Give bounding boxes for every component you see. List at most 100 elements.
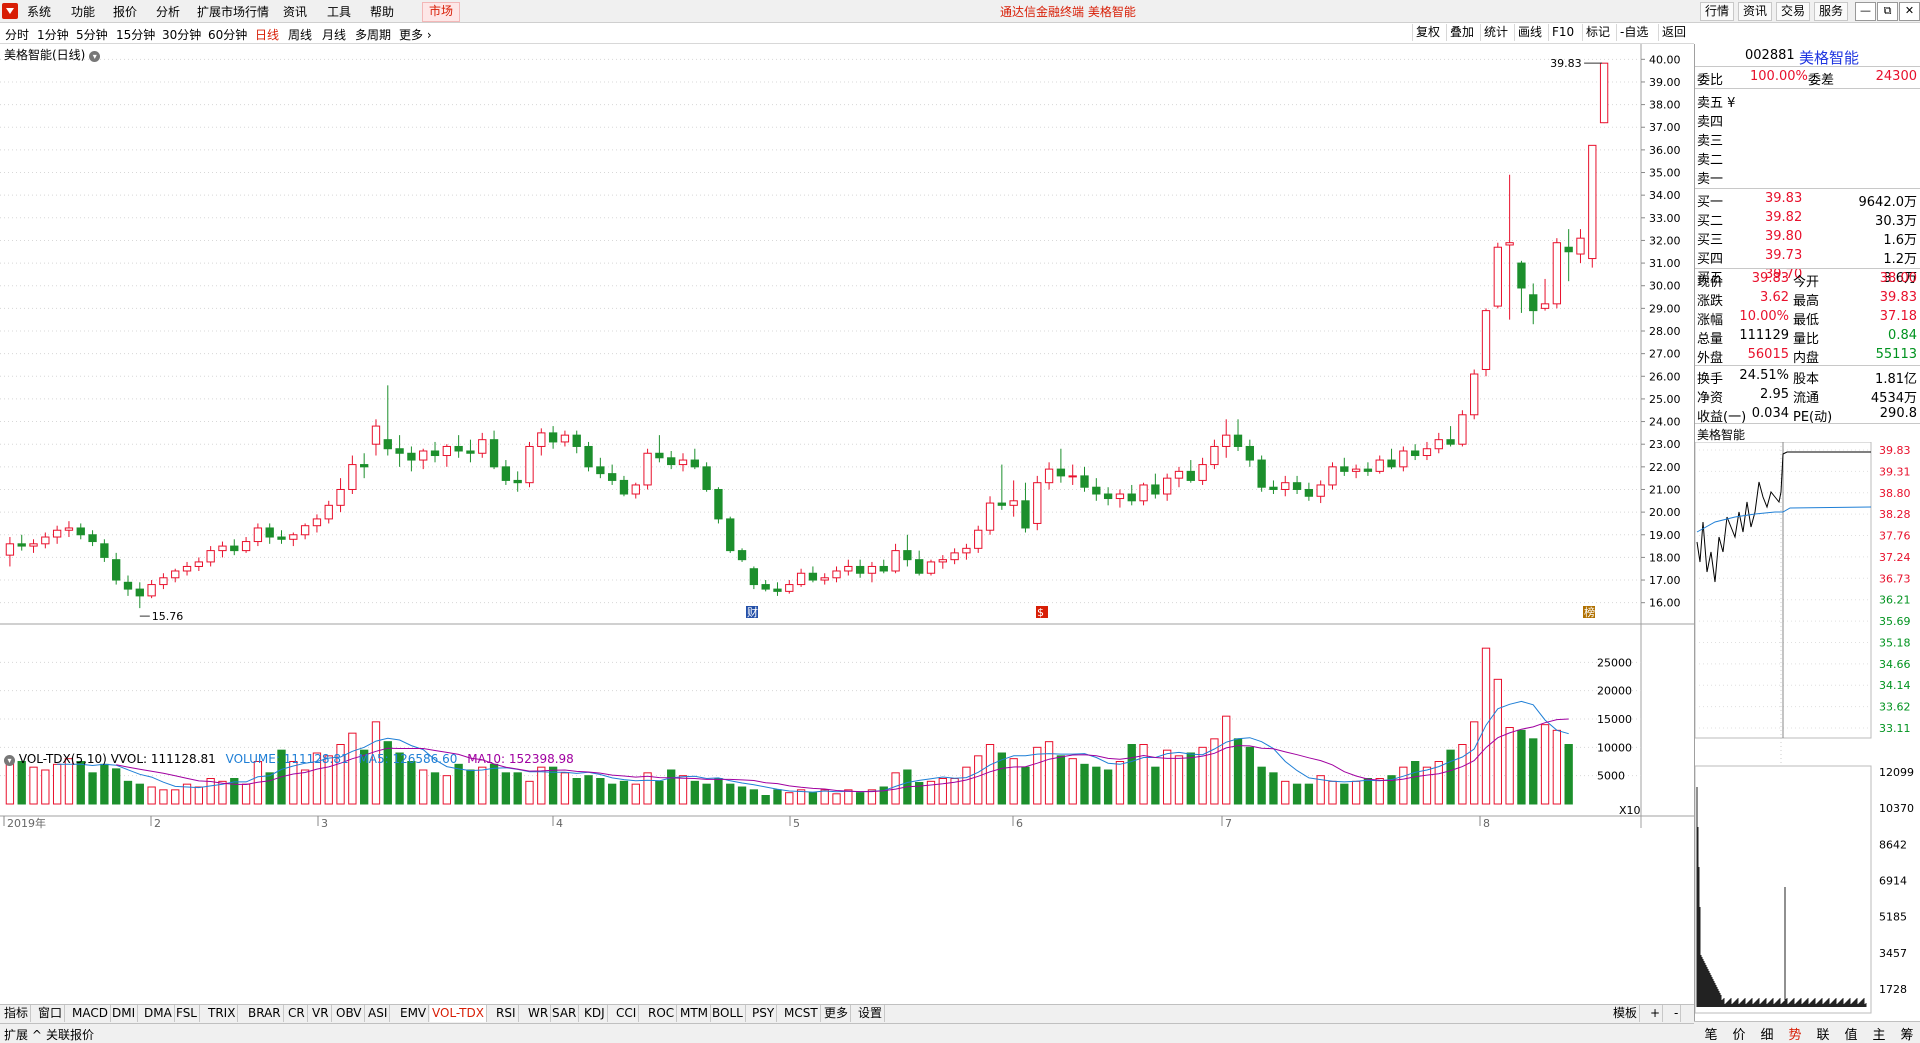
period-weekly[interactable]: 周线	[288, 26, 312, 43]
period-1min[interactable]: 1分钟	[37, 26, 69, 43]
indicator-tab[interactable]: FSL	[174, 1005, 200, 1022]
period-daily[interactable]: 日线	[255, 26, 279, 43]
sell-label: 卖四	[1697, 115, 1724, 130]
candle-body	[1316, 484, 1325, 497]
right-tab[interactable]: 势	[1782, 1024, 1808, 1043]
indicator-tab[interactable]: DMI	[110, 1005, 139, 1022]
indicator-tab[interactable]: VR	[310, 1005, 332, 1022]
sell-order-row: 卖一	[1695, 167, 1920, 187]
period-30min[interactable]: 30分钟	[162, 26, 201, 43]
tool-back[interactable]: 返回	[1658, 24, 1689, 41]
menu-system[interactable]: 系统	[27, 3, 51, 20]
chevron-down-icon[interactable]: ▾	[89, 51, 101, 62]
right-tab[interactable]: 值	[1838, 1024, 1864, 1043]
indicator-tab[interactable]: RSI	[494, 1005, 519, 1022]
right-tab[interactable]: 笔	[1698, 1024, 1724, 1043]
kline-chart[interactable]: 40.00 39.00 38.00 37.00 36.00 35.00 34.00 33.00…	[0, 44, 1694, 1004]
indicator-tab[interactable]: OBV	[334, 1005, 365, 1022]
indicator-tab[interactable]: PSY	[750, 1005, 778, 1022]
indicator-tab[interactable]: 更多	[822, 1005, 852, 1022]
candle-body	[548, 432, 558, 443]
indicator-tab[interactable]: EMV	[398, 1005, 430, 1022]
menu-quote[interactable]: 报价	[113, 3, 137, 20]
related-quote-link[interactable]: 关联报价	[46, 1026, 94, 1043]
indicator-tab[interactable]: 窗口	[36, 1005, 66, 1022]
indicator-tab[interactable]: MACD	[70, 1005, 111, 1022]
tool-restore-rights[interactable]: 复权	[1412, 24, 1443, 41]
volume-bar	[1304, 783, 1314, 805]
indicator-tab[interactable]: ROC	[646, 1005, 678, 1022]
indicator-tab[interactable]: BRAR	[246, 1005, 284, 1022]
tool-statistics[interactable]: 统计	[1480, 24, 1511, 41]
right-tab[interactable]: 细	[1754, 1024, 1780, 1043]
volume-bar	[596, 778, 605, 805]
tool-remove-favorite[interactable]: -自选	[1616, 24, 1651, 41]
top-quote-button[interactable]: 行情	[1700, 2, 1735, 21]
stat-value: 0.034	[1751, 406, 1789, 421]
indicator-tab[interactable]: CR	[286, 1005, 308, 1022]
right-tab[interactable]: 联	[1810, 1024, 1836, 1043]
right-tab[interactable]: 主	[1866, 1024, 1892, 1043]
mini-price-label: 39.83	[1879, 444, 1911, 457]
right-tab[interactable]: 价	[1726, 1024, 1752, 1043]
indicator-tab[interactable]: ASI	[366, 1005, 391, 1022]
mini-price-label: 33.62	[1879, 701, 1911, 714]
candle-body	[761, 584, 770, 590]
zoom-in-button[interactable]: +	[1648, 1005, 1664, 1022]
mini-timeshare-chart[interactable]: 39.83 39.31 38.80 38.28 37.76 37.24 36.73 36.21…	[1695, 442, 1920, 1018]
top-service-button[interactable]: 服务	[1814, 2, 1849, 21]
right-tab[interactable]: 筹	[1894, 1024, 1920, 1043]
menu-analysis[interactable]: 分析	[156, 3, 180, 20]
period-timeshare[interactable]: 分时	[5, 26, 29, 43]
candle-body	[241, 541, 251, 552]
menu-help[interactable]: 帮助	[370, 3, 394, 20]
minimize-icon[interactable]: —	[1855, 2, 1876, 21]
indicator-tab[interactable]: MCST	[782, 1005, 821, 1022]
indicator-tab[interactable]: BOLL	[710, 1005, 746, 1022]
menu-tools[interactable]: 工具	[327, 3, 351, 20]
buy-volume: 9642.0万	[1858, 195, 1918, 210]
tool-mark[interactable]: 标记	[1582, 24, 1613, 41]
candle-body	[407, 452, 416, 461]
template-button[interactable]: 模板	[1611, 1005, 1641, 1022]
chevron-down-icon[interactable]: ▾	[4, 755, 15, 766]
close-icon[interactable]: ✕	[1899, 2, 1920, 21]
restore-icon[interactable]: ⧉	[1877, 2, 1898, 21]
indicator-tab[interactable]: TRIX	[206, 1005, 239, 1022]
indicator-tab[interactable]: SAR	[550, 1005, 580, 1022]
indicator-tab[interactable]: CCI	[614, 1005, 640, 1022]
indicator-tab[interactable]: WR	[526, 1005, 552, 1022]
menu-function[interactable]: 功能	[71, 3, 95, 20]
menu-extended-market[interactable]: 扩展市场行情	[197, 3, 269, 20]
indicator-tab[interactable]: MTM	[678, 1005, 712, 1022]
date-tick-label: 6	[1016, 817, 1023, 830]
candle-body	[1103, 493, 1113, 500]
candle-body	[513, 479, 522, 484]
period-60min[interactable]: 60分钟	[208, 26, 247, 43]
expand-toggle[interactable]: 扩展 ^	[4, 1026, 42, 1043]
period-15min[interactable]: 15分钟	[116, 26, 155, 43]
menu-news[interactable]: 资讯	[283, 3, 307, 20]
indicator-tab[interactable]: 指标	[2, 1005, 32, 1022]
candle-body	[867, 565, 877, 574]
top-trade-button[interactable]: 交易	[1776, 2, 1811, 21]
tool-overlay[interactable]: 叠加	[1446, 24, 1477, 41]
period-monthly[interactable]: 月线	[322, 26, 346, 43]
menu-market[interactable]: 市场	[422, 2, 461, 22]
tool-f10[interactable]: F10	[1548, 24, 1577, 41]
period-5min[interactable]: 5分钟	[76, 26, 108, 43]
app-logo-icon[interactable]	[2, 3, 18, 19]
tool-draw-line[interactable]: 画线	[1514, 24, 1545, 41]
candle-body	[1269, 486, 1278, 490]
top-news-button[interactable]: 资讯	[1738, 2, 1773, 21]
indicator-tab[interactable]: KDJ	[582, 1005, 608, 1022]
period-more[interactable]: 更多 ›	[399, 26, 432, 43]
stat-value: 2.95	[1760, 387, 1789, 402]
indicator-tab[interactable]: VOL-TDX	[430, 1005, 487, 1022]
buy-label: 买一	[1697, 195, 1724, 210]
indicator-tab[interactable]: 设置	[856, 1005, 886, 1022]
period-multi[interactable]: 多周期	[355, 26, 391, 43]
volume-tick-label: 20000	[1597, 685, 1632, 698]
indicator-tab[interactable]: DMA	[142, 1005, 175, 1022]
zoom-out-button[interactable]: -	[1672, 1005, 1682, 1022]
